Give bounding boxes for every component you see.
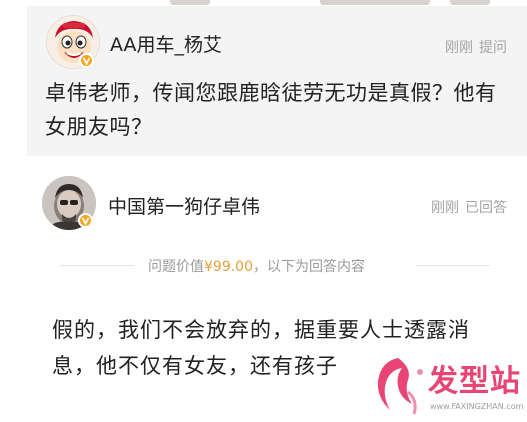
hair-silhouette-logo-icon: [377, 358, 423, 415]
price-prefix: 问题价值: [148, 259, 204, 275]
divider-line-left: [60, 265, 134, 266]
watermark: 发型站 www.FAXINGZHAN.com: [368, 352, 527, 422]
question-time: 刚刚: [445, 40, 473, 56]
question-text: 卓伟老师，传闻您跟鹿晗徒劳无功是真假？他有女朋友吗？: [45, 81, 497, 139]
price-suffix: ，以下为回答内容: [253, 259, 365, 275]
price-value: ¥99.00: [204, 259, 253, 275]
price-info: 问题价值¥99.00，以下为回答内容: [148, 256, 365, 276]
answer-action: 已回答: [465, 200, 507, 216]
question-action: 提问: [479, 40, 507, 56]
answerer-username[interactable]: 中国第一狗仔卓伟: [108, 192, 260, 219]
question-meta: 刚刚 提问: [439, 37, 507, 57]
asker-username[interactable]: AA用车_杨艾: [110, 30, 222, 57]
verified-badge-icon: [79, 53, 94, 68]
watermark-title: 发型站: [428, 364, 521, 399]
watermark-url: www.FAXINGZHAN.com: [430, 402, 524, 411]
answer-meta: 刚刚 已回答: [425, 197, 507, 217]
verified-badge-icon: [78, 213, 93, 228]
price-divider: 问题价值¥99.00，以下为回答内容: [60, 254, 490, 276]
divider-line-right: [416, 265, 490, 266]
answer-time: 刚刚: [431, 200, 459, 216]
